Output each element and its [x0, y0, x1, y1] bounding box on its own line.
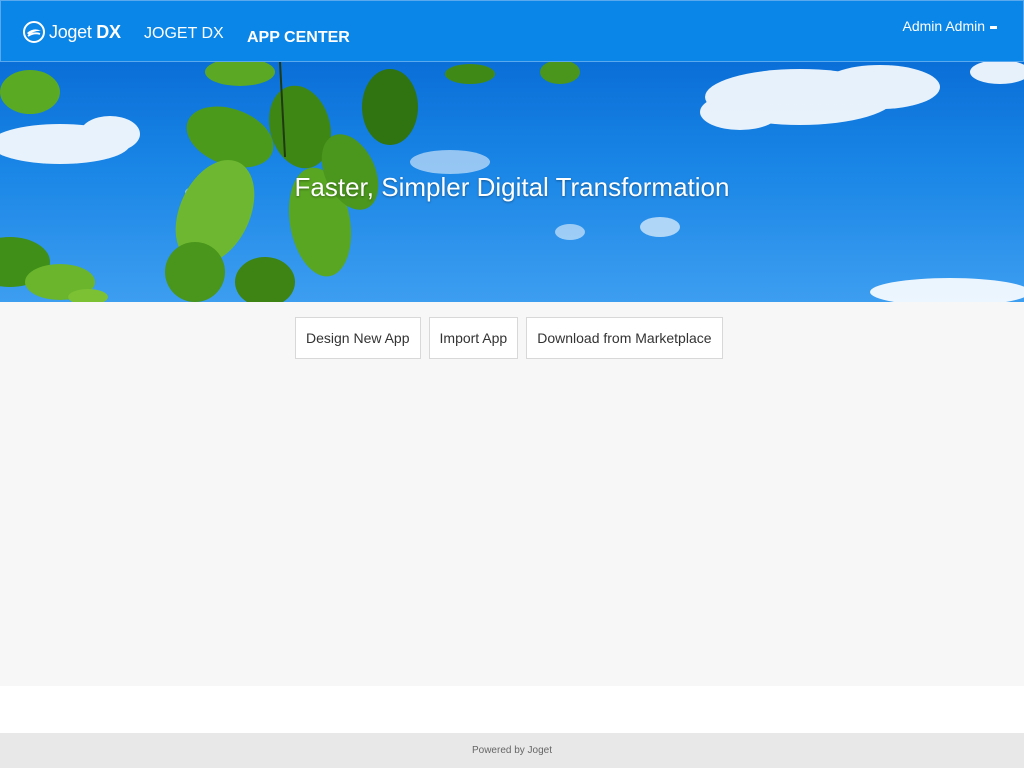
app-name[interactable]: JOGET DX: [144, 25, 224, 43]
logo-word: Joget: [49, 21, 92, 42]
import-app-button[interactable]: Import App: [428, 317, 519, 359]
footer: Powered by Joget: [0, 733, 1024, 768]
logo-suffix: DX: [96, 21, 121, 42]
download-marketplace-button[interactable]: Download from Marketplace: [526, 317, 723, 359]
logo-text: Joget DX: [49, 22, 121, 43]
top-navbar: Joget DX JOGET DX APP CENTER Admin Admin: [0, 0, 1024, 62]
joget-logo[interactable]: Joget DX: [23, 21, 121, 43]
page-title: APP CENTER: [247, 29, 350, 46]
caret-down-icon: [990, 25, 997, 29]
main-content: Design New App Import App Download from …: [0, 302, 1024, 686]
user-menu[interactable]: Admin Admin: [903, 18, 997, 34]
design-new-app-button[interactable]: Design New App: [295, 317, 421, 359]
footer-text[interactable]: Powered by Joget: [472, 745, 552, 756]
action-buttons: Design New App Import App Download from …: [295, 317, 723, 359]
hero-title: Faster, Simpler Digital Transformation: [294, 172, 730, 202]
hero-banner: Faster, Simpler Digital Transformation: [0, 62, 1024, 302]
joget-logo-icon: [23, 21, 45, 43]
user-name: Admin Admin: [902, 18, 985, 34]
